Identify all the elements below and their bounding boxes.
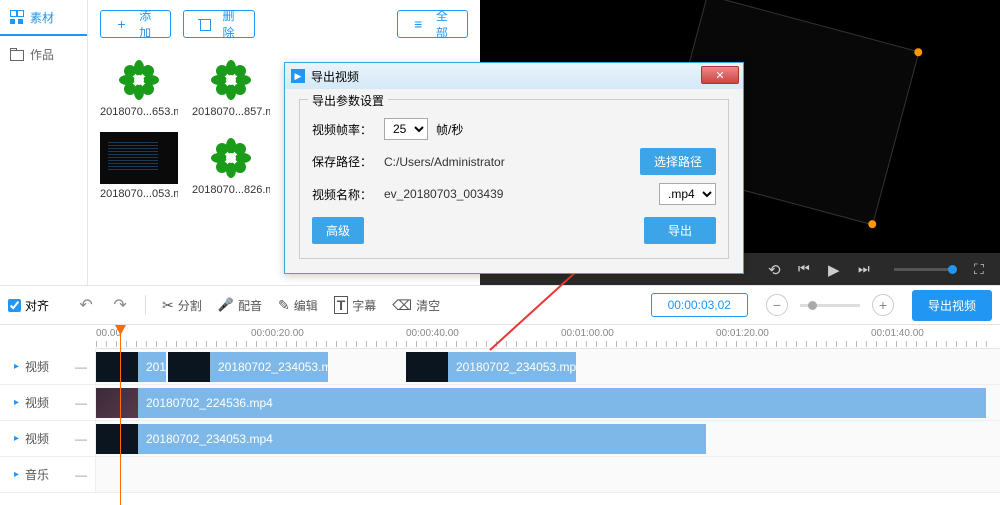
name-value: ev_20180703_003439 (384, 187, 651, 201)
plus-icon (115, 17, 128, 31)
app-logo-icon: ▶ (291, 69, 305, 83)
current-time: 00:00:03,02 (651, 293, 748, 317)
ext-select[interactable]: .mp4 (659, 183, 716, 205)
timeline-clip[interactable]: 20180702_234053.mp4 (406, 352, 576, 382)
tab-works[interactable]: 作品 (0, 36, 87, 72)
tab-material[interactable]: 素材 (0, 0, 87, 36)
thumb-label: 2018070...653.mp4 (100, 106, 178, 118)
advanced-button[interactable]: 高级 (312, 217, 364, 244)
clear-button[interactable]: 清空 (386, 290, 446, 320)
thumb-label: 2018070...857.mp4 (192, 106, 270, 118)
play-icon[interactable] (828, 261, 844, 277)
chevron-icon: ▸ (14, 433, 19, 444)
zoom-in-button[interactable]: + (872, 294, 894, 316)
choose-path-button[interactable]: 选择路径 (640, 148, 716, 175)
export-dialog: ▶ 导出视频 ✕ 导出参数设置 视频帧率： 25 帧/秒 保存路径： C:/Us… (284, 62, 744, 274)
edit-button[interactable]: 编辑 (272, 290, 324, 320)
time-ruler[interactable]: 00.0000:00:20.0000:00:40.0000:01:00.0000… (96, 325, 1000, 349)
scissors-icon (162, 297, 174, 314)
zoom-out-button[interactable]: − (766, 294, 788, 316)
track-head-video-1[interactable]: ▸视频— (0, 349, 96, 384)
folder-icon (10, 47, 24, 61)
tab-material-label: 素材 (30, 9, 54, 26)
fullscreen-icon[interactable] (974, 261, 990, 277)
export-button[interactable]: 导出 (644, 217, 716, 244)
timeline-clip[interactable]: 20180702_224536.mp4 (96, 388, 986, 418)
delete-button[interactable]: 删除 (183, 10, 254, 38)
chevron-icon: ▸ (14, 361, 19, 372)
group-legend: 导出参数设置 (308, 92, 388, 109)
undo-button[interactable] (71, 290, 101, 320)
erase-icon (392, 297, 412, 314)
export-video-button[interactable]: 导出视频 (912, 290, 992, 321)
timeline-clip[interactable]: 20180702_234053.mp4 (168, 352, 328, 382)
chevron-icon: ▸ (14, 469, 19, 480)
media-thumb[interactable]: 2018070...653.mp4 (100, 54, 178, 118)
pencil-icon (278, 297, 290, 314)
timeline-clip[interactable]: 20180702_234053.mp4 (96, 424, 706, 454)
media-thumb[interactable]: 2018070...826.mp4 (192, 132, 270, 200)
loop-icon[interactable] (768, 261, 784, 277)
fps-select[interactable]: 25 (384, 118, 428, 140)
playhead[interactable] (120, 325, 121, 505)
track-head-music[interactable]: ▸音乐— (0, 457, 96, 492)
path-label: 保存路径： (312, 153, 376, 170)
chevron-icon: ▸ (14, 397, 19, 408)
align-checkbox[interactable]: 对齐 (8, 297, 49, 314)
trash-icon (198, 17, 211, 31)
dialog-title: 导出视频 (311, 68, 359, 85)
redo-button[interactable] (105, 290, 135, 320)
close-button[interactable]: ✕ (701, 66, 739, 84)
fps-unit: 帧/秒 (436, 121, 463, 138)
add-button[interactable]: 添加 (100, 10, 171, 38)
track-head-video-2[interactable]: ▸视频— (0, 385, 96, 420)
fps-label: 视频帧率： (312, 121, 376, 138)
text-icon (334, 297, 349, 313)
dub-button[interactable]: 配音 (212, 290, 268, 320)
thumb-label: 2018070...053.mp4 (100, 188, 178, 200)
undo-icon (79, 295, 92, 315)
prev-icon[interactable] (798, 261, 814, 277)
zoom-slider[interactable] (800, 304, 860, 307)
mic-icon (218, 297, 234, 313)
next-icon[interactable] (858, 261, 874, 277)
dialog-titlebar[interactable]: ▶ 导出视频 ✕ (285, 63, 743, 89)
name-label: 视频名称： (312, 186, 376, 203)
cut-button[interactable]: 分割 (156, 290, 208, 320)
path-value: C:/Users/Administrator (384, 155, 632, 169)
media-thumb[interactable]: 2018070...857.mp4 (192, 54, 270, 118)
volume-slider[interactable] (894, 268, 954, 271)
menu-icon (412, 17, 425, 31)
subtitle-button[interactable]: 字幕 (328, 290, 383, 320)
media-thumb[interactable]: 2018070...053.mp4 (100, 132, 178, 200)
redo-icon (113, 295, 126, 315)
thumb-label: 2018070...826.mp4 (192, 184, 270, 196)
grid-icon (10, 10, 24, 24)
filter-all-button[interactable]: 全部 (397, 10, 468, 38)
track-head-video-3[interactable]: ▸视频— (0, 421, 96, 456)
tab-works-label: 作品 (30, 46, 54, 63)
timeline-clip[interactable]: 20180702_2 (96, 352, 166, 382)
